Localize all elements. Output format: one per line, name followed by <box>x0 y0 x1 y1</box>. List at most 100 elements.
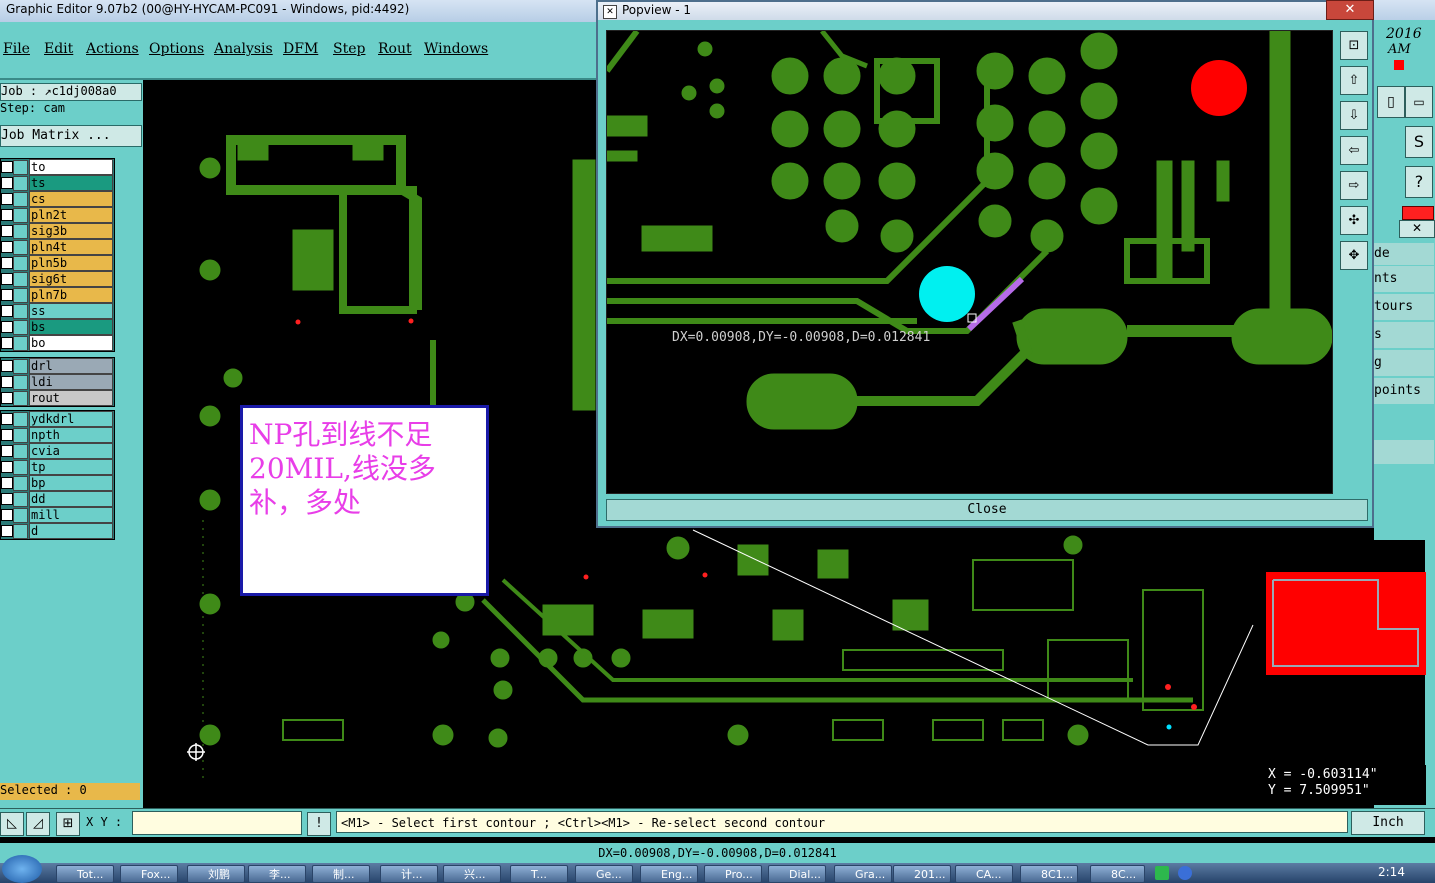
snap-icon[interactable]: ◺ <box>0 812 24 836</box>
layer-name[interactable]: bs <box>29 319 113 335</box>
layer-color-swatch[interactable] <box>13 460 28 475</box>
layer-row[interactable]: tp <box>1 459 113 475</box>
layer-name[interactable]: cs <box>29 191 113 207</box>
menu-windows[interactable]: Windows <box>424 41 488 57</box>
layer-row[interactable]: cs <box>1 191 113 207</box>
layer-color-swatch[interactable] <box>13 272 28 287</box>
layer-color-swatch[interactable] <box>13 320 28 335</box>
popview-canvas[interactable]: DX=0.00908,DY=-0.00908,D=0.012841 <box>604 29 1333 494</box>
panel-item[interactable]: de <box>1374 243 1434 265</box>
layer-color-swatch[interactable] <box>13 524 28 539</box>
layer-row[interactable]: pln2t <box>1 207 113 223</box>
layer-row[interactable]: npth <box>1 427 113 443</box>
layer-row[interactable]: ts <box>1 175 113 191</box>
layer-name[interactable]: bo <box>29 335 113 351</box>
window-button[interactable]: ▭ <box>1405 86 1433 118</box>
popview-window[interactable]: ✕ Popview - 1 ✕ DX=0.00908,DY=-0.00908,D… <box>596 0 1374 528</box>
layer-row[interactable]: dd <box>1 491 113 507</box>
layer-checkbox[interactable] <box>1 429 13 441</box>
grid-icon[interactable]: ⊞ <box>56 812 80 836</box>
layer-checkbox[interactable] <box>1 241 13 253</box>
layer-color-swatch[interactable] <box>13 476 28 491</box>
layer-name[interactable]: ldi <box>29 374 113 390</box>
pan-right-button[interactable]: ⇨ <box>1340 171 1368 200</box>
layer-color-swatch[interactable] <box>13 508 28 523</box>
layer-checkbox[interactable] <box>1 360 13 372</box>
layer-row[interactable]: drl <box>1 358 113 374</box>
layer-row[interactable]: ss <box>1 303 113 319</box>
popview-titlebar[interactable]: ✕ Popview - 1 <box>598 2 1372 20</box>
info-icon[interactable]: ! <box>307 812 331 836</box>
layer-color-swatch[interactable] <box>13 412 28 427</box>
layer-checkbox[interactable] <box>1 209 13 221</box>
layer-checkbox[interactable] <box>1 509 13 521</box>
layer-checkbox[interactable] <box>1 305 13 317</box>
layer-color-swatch[interactable] <box>13 359 28 374</box>
start-button[interactable] <box>2 855 42 883</box>
layer-color-swatch[interactable] <box>13 208 28 223</box>
layer-name[interactable]: rout <box>29 390 113 406</box>
taskbar-item[interactable]: Dial... <box>768 865 826 883</box>
layer-checkbox[interactable] <box>1 161 13 173</box>
layer-name[interactable]: drl <box>29 358 113 374</box>
layer-row[interactable]: pln7b <box>1 287 113 303</box>
pan-left-button[interactable]: ⇦ <box>1340 136 1368 165</box>
menu-dfm[interactable]: DFM <box>283 41 318 57</box>
layer-name[interactable]: pln2t <box>29 207 113 223</box>
units-select[interactable]: Inch <box>1351 811 1425 835</box>
taskbar-item[interactable]: Pro... <box>704 865 762 883</box>
job-matrix-button[interactable]: Job Matrix ... <box>0 125 142 147</box>
taskbar-item[interactable]: Fox... <box>120 865 178 883</box>
menu-file[interactable]: File <box>3 41 30 57</box>
layer-checkbox[interactable] <box>1 257 13 269</box>
layer-name[interactable]: dd <box>29 491 113 507</box>
tray-icon[interactable] <box>1155 866 1169 880</box>
close-icon[interactable]: ✕ <box>1399 220 1435 238</box>
layer-name[interactable]: to <box>29 159 113 175</box>
layer-name[interactable]: ts <box>29 175 113 191</box>
layer-checkbox[interactable] <box>1 413 13 425</box>
layer-name[interactable]: sig3b <box>29 223 113 239</box>
panel-item[interactable]: tours <box>1374 294 1434 320</box>
layer-row[interactable]: to <box>1 159 113 175</box>
layer-checkbox[interactable] <box>1 193 13 205</box>
nav-button[interactable]: ▯ <box>1377 86 1405 118</box>
taskbar-item[interactable]: 刘鹏 <box>187 865 245 883</box>
layer-color-swatch[interactable] <box>13 492 28 507</box>
taskbar-item[interactable]: 201... <box>893 865 951 883</box>
script-button[interactable]: S <box>1405 126 1433 158</box>
layer-row[interactable]: cvia <box>1 443 113 459</box>
xy-input[interactable] <box>132 811 302 835</box>
layer-name[interactable]: npth <box>29 427 113 443</box>
taskbar-item[interactable]: Eng... <box>640 865 698 883</box>
layer-name[interactable]: d <box>29 523 113 539</box>
taskbar-item[interactable]: 8C... <box>1090 865 1145 883</box>
panel-item[interactable]: s <box>1374 322 1434 348</box>
zoom-out-button[interactable]: ✥ <box>1340 241 1368 270</box>
layer-checkbox[interactable] <box>1 289 13 301</box>
layer-checkbox[interactable] <box>1 225 13 237</box>
taskbar-item[interactable]: T... <box>510 865 568 883</box>
menu-actions[interactable]: Actions <box>86 41 139 57</box>
layer-color-swatch[interactable] <box>13 428 28 443</box>
layer-name[interactable]: tp <box>29 459 113 475</box>
taskbar-item[interactable]: Tot... <box>56 865 114 883</box>
layer-color-swatch[interactable] <box>13 336 28 351</box>
panel-item[interactable]: g <box>1374 350 1434 376</box>
close-button[interactable]: Close <box>606 499 1368 521</box>
layer-color-swatch[interactable] <box>13 391 28 406</box>
layer-color-swatch[interactable] <box>13 160 28 175</box>
layer-color-swatch[interactable] <box>13 288 28 303</box>
taskbar-item[interactable]: 兴... <box>443 865 501 883</box>
layer-checkbox[interactable] <box>1 273 13 285</box>
taskbar-item[interactable]: 制... <box>312 865 370 883</box>
pan-up-button[interactable]: ⇧ <box>1340 66 1368 95</box>
layer-row[interactable]: ydkdrl <box>1 411 113 427</box>
layer-row[interactable]: sig3b <box>1 223 113 239</box>
close-icon[interactable]: ✕ <box>1326 0 1374 20</box>
layer-name[interactable]: cvia <box>29 443 113 459</box>
taskbar-item[interactable]: CA... <box>955 865 1013 883</box>
layer-row[interactable]: bs <box>1 319 113 335</box>
layer-name[interactable]: ydkdrl <box>29 411 113 427</box>
zoom-fit-button[interactable]: ⊡ <box>1340 31 1368 60</box>
